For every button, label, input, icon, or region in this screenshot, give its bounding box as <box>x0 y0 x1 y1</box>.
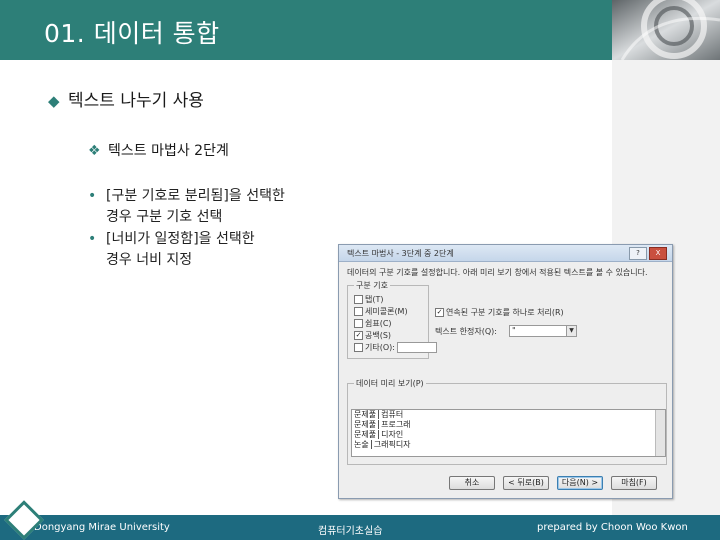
qualifier-label: 텍스트 한정자(Q): <box>435 327 497 336</box>
slide-footer: Dongyang Mirae University 컴퓨터기초실습 prepar… <box>0 515 720 540</box>
footer-university: Dongyang Mirae University <box>34 522 170 533</box>
dialog-description: 데이터의 구분 기호를 설정합니다. 아래 미리 보기 창에서 적용된 텍스트를… <box>347 268 648 277</box>
delimiter-space-checkbox[interactable]: ✓ 공백(S) <box>354 330 391 340</box>
text-wizard-dialog: 텍스트 마법사 - 3단계 중 2단계 ? X 데이터의 구분 기호를 설정합니… <box>338 244 673 499</box>
checkbox-label: 세미콜론(M) <box>365 307 408 316</box>
checkbox-label: 기타(O): <box>365 343 395 352</box>
bullet-item-delimited: • [구분 기호로 분리됨]을 선택한 경우 구분 기호 선택 <box>88 186 285 228</box>
bullet-level2: ❖ 텍스트 마법사 2단계 <box>88 140 229 160</box>
checkbox-icon <box>354 295 363 304</box>
checkbox-label: 공백(S) <box>365 331 392 340</box>
checkbox-icon <box>354 343 363 352</box>
slide-title: 01. 데이터 통합 <box>44 19 220 48</box>
help-button[interactable]: ? <box>629 247 647 260</box>
footer-course: 컴퓨터기초실습 <box>318 526 383 537</box>
slide-header: 01. 데이터 통합 <box>0 0 612 60</box>
bullet-item-line1: [너비가 일정함]을 선택한 <box>106 231 255 247</box>
delimiter-semicolon-checkbox[interactable]: 세미콜론(M) <box>354 306 408 316</box>
preview-scrollbar[interactable] <box>655 410 665 456</box>
dot-bullet-icon: • <box>88 188 97 204</box>
dialog-title: 텍스트 마법사 - 3단계 중 2단계 <box>347 249 454 258</box>
preview-row: 문제풀 프로그래 <box>354 420 411 429</box>
consecutive-delimiter-checkbox[interactable]: ✓ 연속된 구분 기호를 하나로 처리(R) <box>435 307 564 317</box>
delimiter-tab-checkbox[interactable]: 탭(T) <box>354 294 384 304</box>
diamond-bullet-icon: ◆ <box>48 92 60 110</box>
preview-row: 논술 그래픽디자 <box>354 440 411 449</box>
footer-author: prepared by Choon Woo Kwon <box>537 522 688 533</box>
checkbox-label: 연속된 구분 기호를 하나로 처리(R) <box>446 308 564 317</box>
bullet-item-line2: 경우 구분 기호 선택 <box>106 209 223 225</box>
checkbox-label: 쉼표(C) <box>365 319 392 328</box>
checked-checkbox-icon: ✓ <box>435 308 444 317</box>
delimiter-comma-checkbox[interactable]: 쉼표(C) <box>354 318 392 328</box>
checkbox-icon <box>354 307 363 316</box>
back-button[interactable]: < 뒤로(B) <box>503 476 549 490</box>
dot-bullet-icon: • <box>88 231 97 247</box>
checked-checkbox-icon: ✓ <box>354 331 363 340</box>
cancel-button[interactable]: 취소 <box>449 476 495 490</box>
preview-row: 문제풀 컴퓨터 <box>354 410 404 419</box>
other-delimiter-input[interactable] <box>396 342 437 353</box>
next-button[interactable]: 다음(N) > <box>557 476 603 490</box>
bullet-level1-text: 텍스트 나누기 사용 <box>68 91 204 111</box>
logo-graphic <box>612 0 720 60</box>
checkmark-bullet-icon: ❖ <box>88 143 101 159</box>
delimiter-group: 구분 기호 탭(T) 세미콜론(M) 쉼표(C) ✓ 공백(S) 기타(O): <box>347 280 437 359</box>
bullet-level2-text: 텍스트 마법사 2단계 <box>108 143 229 159</box>
finish-button[interactable]: 마침(F) <box>611 476 657 490</box>
preview-row: 문제풀 디자인 <box>354 430 404 439</box>
dialog-titlebar[interactable]: 텍스트 마법사 - 3단계 중 2단계 ? X <box>339 245 672 262</box>
bullet-item-line2: 경우 너비 지정 <box>106 252 193 268</box>
bullet-level1: ◆ 텍스트 나누기 사용 <box>48 86 204 111</box>
qualifier-value: " <box>512 326 516 335</box>
delimiter-group-label: 구분 기호 <box>354 280 390 291</box>
checkbox-label: 탭(T) <box>365 295 384 304</box>
bullet-item-line1: [구분 기호로 분리됨]을 선택한 <box>106 188 285 204</box>
close-button[interactable]: X <box>649 247 667 260</box>
bullet-item-fixed-width: • [너비가 일정함]을 선택한 경우 너비 지정 <box>88 229 255 271</box>
delimiter-other-checkbox[interactable]: 기타(O): <box>354 342 437 353</box>
checkbox-icon <box>354 319 363 328</box>
metal-logo-icon <box>612 0 720 60</box>
chevron-down-icon[interactable]: ▼ <box>566 326 576 336</box>
qualifier-select[interactable]: " ▼ <box>509 325 577 337</box>
preview-group-label: 데이터 미리 보기(P) <box>354 378 426 389</box>
data-preview-pane[interactable]: 문제풀 컴퓨터 문제풀 프로그래 문제풀 디자인 논술 그래픽디자 <box>351 409 666 457</box>
